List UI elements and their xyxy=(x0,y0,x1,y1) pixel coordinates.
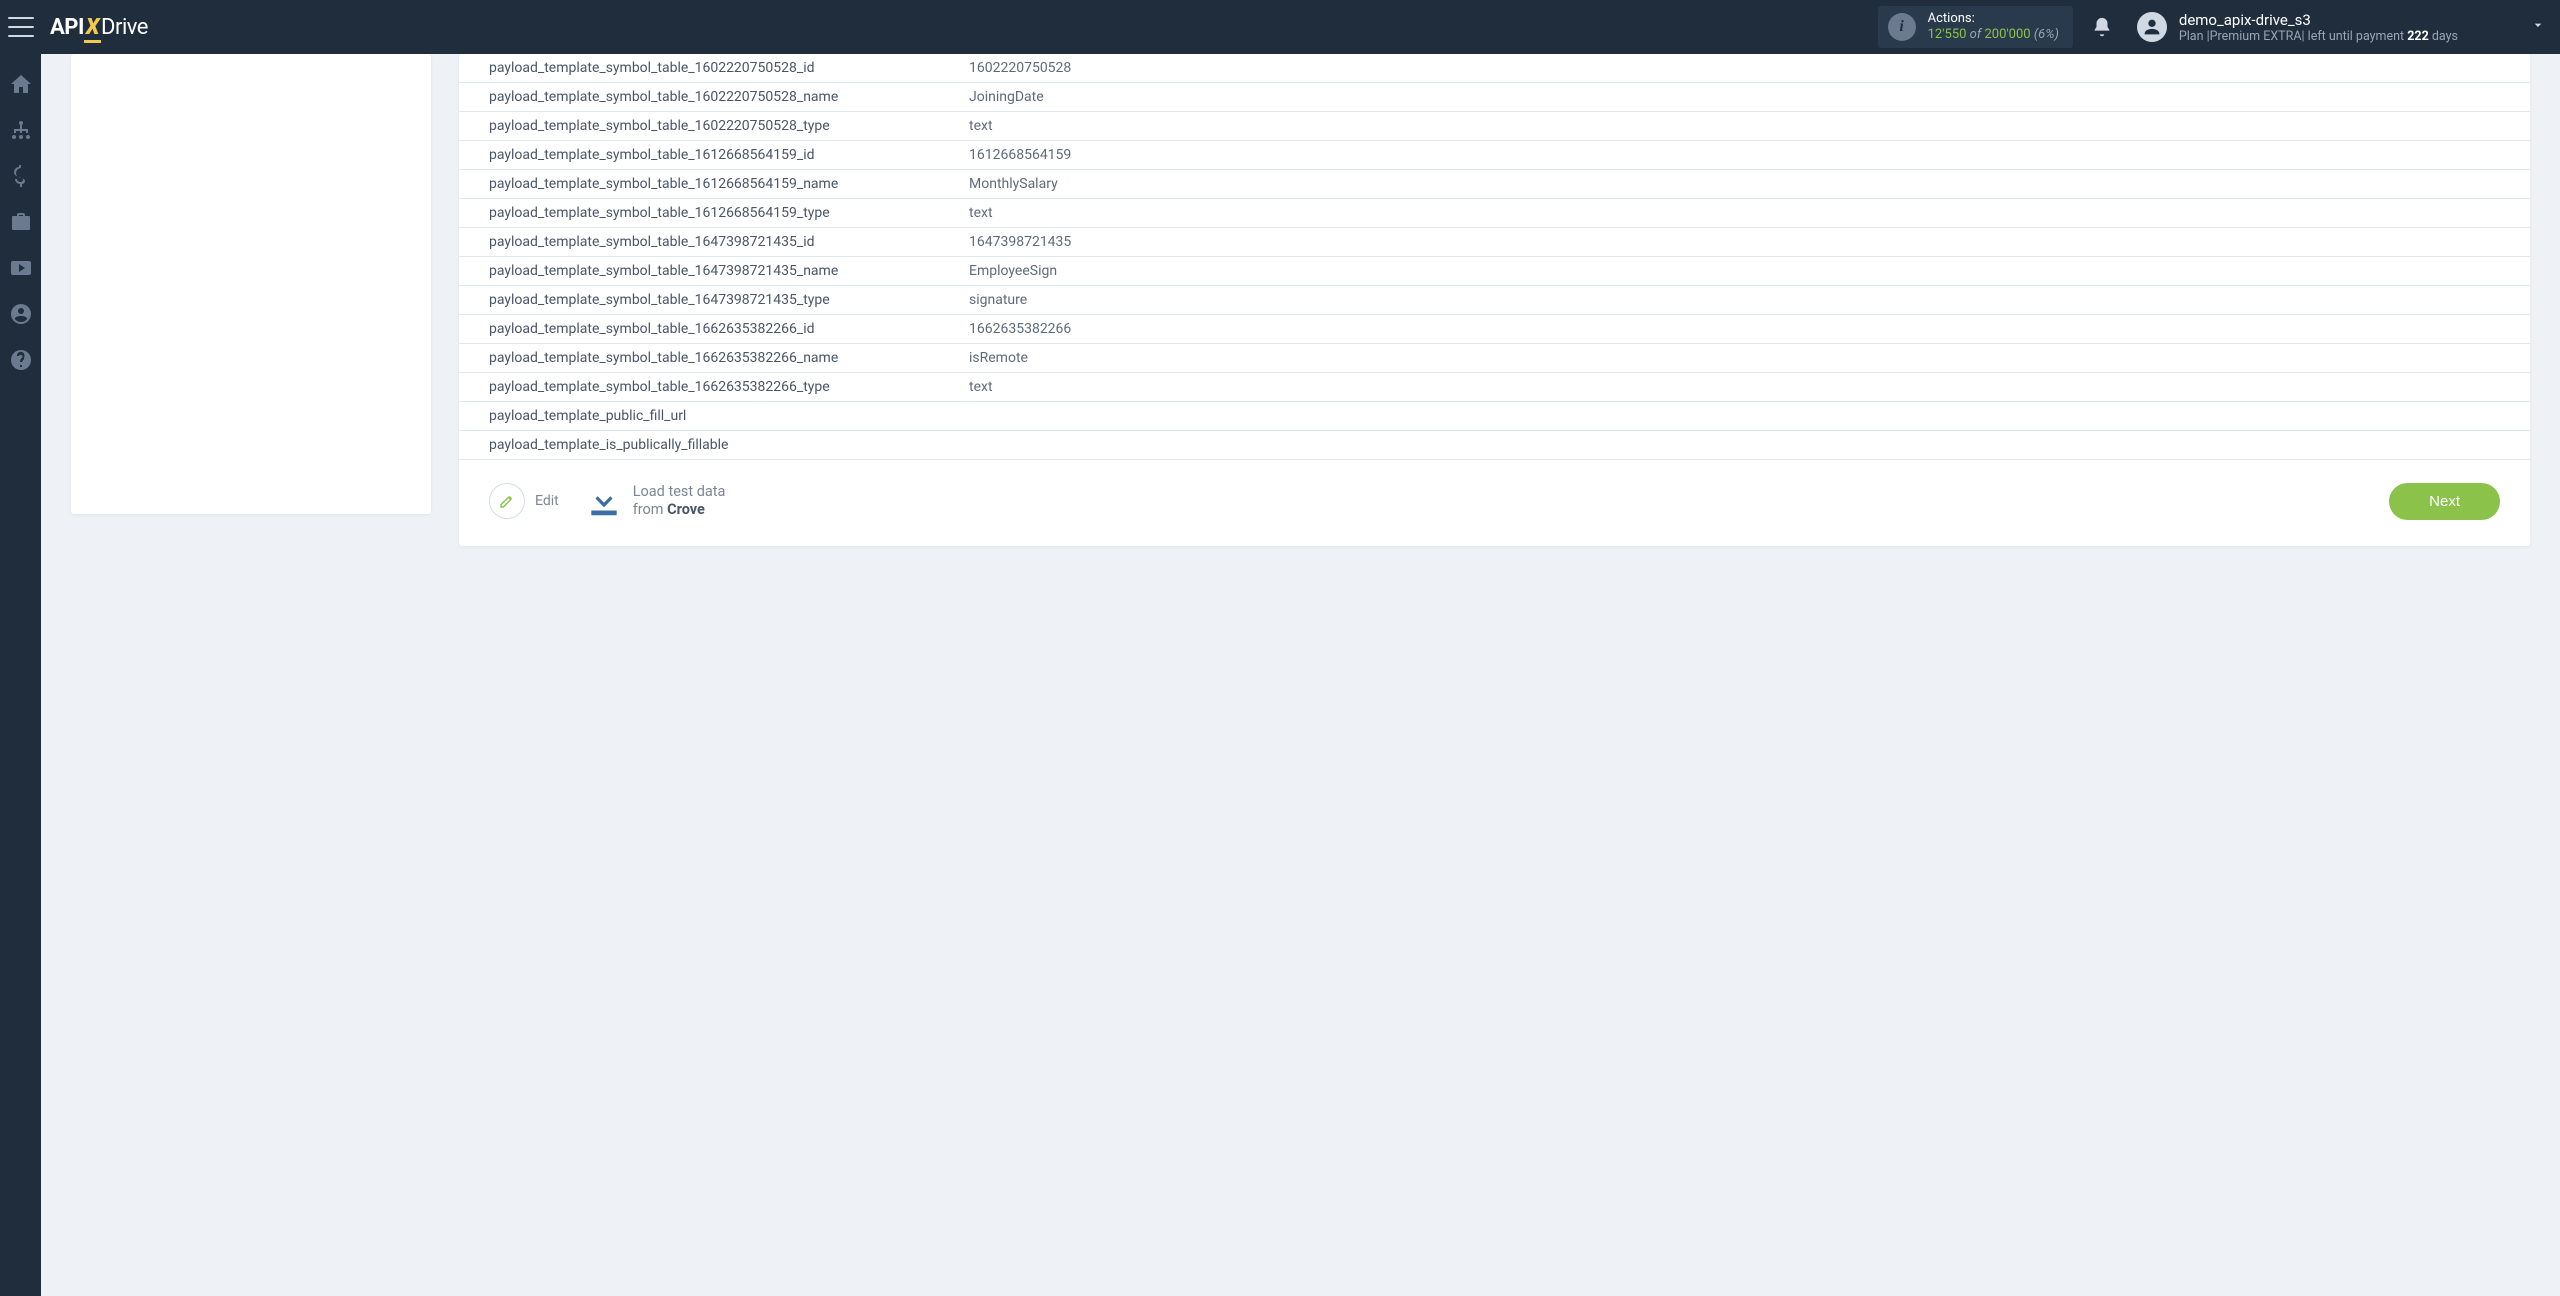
info-icon: i xyxy=(1888,13,1916,41)
sidebar-account-icon[interactable] xyxy=(9,302,33,326)
sidebar-video-icon[interactable] xyxy=(9,256,33,280)
sidebar xyxy=(0,54,41,1296)
load-test-data-button[interactable]: Load test data from Crove xyxy=(585,482,726,520)
row-value: EmployeeSign xyxy=(959,257,2530,286)
logo-drive: Drive xyxy=(101,15,148,40)
avatar-icon xyxy=(2137,12,2167,42)
table-row: payload_template_symbol_table_1602220750… xyxy=(459,54,2530,83)
row-key: payload_template_symbol_table_1647398721… xyxy=(459,257,959,286)
pencil-icon xyxy=(489,483,525,519)
table-row: payload_template_is_publically_fillable xyxy=(459,431,2530,460)
actions-pct: (6%) xyxy=(2034,27,2059,42)
download-icon xyxy=(585,482,623,520)
row-value xyxy=(959,431,2530,460)
row-key: payload_template_symbol_table_1662635382… xyxy=(459,315,959,344)
topbar: API X Drive i Actions: 12'550 of 200'000… xyxy=(0,0,2560,54)
table-row: payload_template_symbol_table_1602220750… xyxy=(459,112,2530,141)
panel-footer: Edit Load test data from Crove Next xyxy=(459,460,2530,520)
user-plan: Plan |Premium EXTRA| left until payment … xyxy=(2179,29,2458,44)
next-button[interactable]: Next xyxy=(2389,483,2500,520)
row-key: payload_template_symbol_table_1612668564… xyxy=(459,170,959,199)
chevron-down-icon xyxy=(2530,17,2546,37)
row-value: text xyxy=(959,199,2530,228)
actions-text: Actions: 12'550 of 200'000 (6%) xyxy=(1928,11,2059,44)
sidebar-home-icon[interactable] xyxy=(9,72,33,96)
table-row: payload_template_symbol_table_1602220750… xyxy=(459,83,2530,112)
right-panel: payload_template_symbol_table_1602220750… xyxy=(459,54,2530,546)
logo-api: API xyxy=(50,15,84,40)
bell-icon[interactable] xyxy=(2091,16,2113,38)
table-row: payload_template_symbol_table_1662635382… xyxy=(459,344,2530,373)
actions-total: 200'000 xyxy=(1984,27,2030,42)
row-key: payload_template_symbol_table_1612668564… xyxy=(459,141,959,170)
row-key: payload_template_symbol_table_1602220750… xyxy=(459,112,959,141)
row-value: text xyxy=(959,373,2530,402)
table-row: payload_template_public_fill_url xyxy=(459,402,2530,431)
table-row: payload_template_symbol_table_1612668564… xyxy=(459,199,2530,228)
table-row: payload_template_symbol_table_1647398721… xyxy=(459,257,2530,286)
table-row: payload_template_symbol_table_1647398721… xyxy=(459,286,2530,315)
user-name: demo_apix-drive_s3 xyxy=(2179,11,2458,29)
row-value: signature xyxy=(959,286,2530,315)
actions-label: Actions: xyxy=(1928,11,2059,27)
edit-button[interactable]: Edit xyxy=(489,483,559,519)
row-key: payload_template_symbol_table_1662635382… xyxy=(459,373,959,402)
table-row: payload_template_symbol_table_1662635382… xyxy=(459,373,2530,402)
row-value: 1612668564159 xyxy=(959,141,2530,170)
user-menu[interactable]: demo_apix-drive_s3 Plan |Premium EXTRA| … xyxy=(2137,11,2546,44)
row-value: isRemote xyxy=(959,344,2530,373)
table-row: payload_template_symbol_table_1612668564… xyxy=(459,170,2530,199)
actions-used: 12'550 xyxy=(1928,27,1967,42)
table-row: payload_template_symbol_table_1612668564… xyxy=(459,141,2530,170)
edit-label: Edit xyxy=(535,493,559,509)
sidebar-help-icon[interactable] xyxy=(9,348,33,372)
row-value: MonthlySalary xyxy=(959,170,2530,199)
payload-table: payload_template_symbol_table_1602220750… xyxy=(459,54,2530,460)
row-value: 1647398721435 xyxy=(959,228,2530,257)
logo[interactable]: API X Drive xyxy=(50,15,148,40)
row-key: payload_template_symbol_table_1647398721… xyxy=(459,286,959,315)
actions-of: of xyxy=(1970,27,1982,42)
row-key: payload_template_public_fill_url xyxy=(459,402,959,431)
row-key: payload_template_symbol_table_1662635382… xyxy=(459,344,959,373)
logo-x: X xyxy=(86,15,99,40)
row-key: payload_template_is_publically_fillable xyxy=(459,431,959,460)
table-row: payload_template_symbol_table_1647398721… xyxy=(459,228,2530,257)
left-panel xyxy=(71,54,431,514)
page: payload_template_symbol_table_1602220750… xyxy=(41,54,2560,1296)
row-key: payload_template_symbol_table_1612668564… xyxy=(459,199,959,228)
sidebar-briefcase-icon[interactable] xyxy=(9,210,33,234)
actions-counter[interactable]: i Actions: 12'550 of 200'000 (6%) xyxy=(1878,6,2073,49)
row-key: payload_template_symbol_table_1647398721… xyxy=(459,228,959,257)
hamburger-menu-icon[interactable] xyxy=(8,17,34,37)
row-value: 1602220750528 xyxy=(959,54,2530,83)
row-key: payload_template_symbol_table_1602220750… xyxy=(459,83,959,112)
load-label: Load test data from Crove xyxy=(633,483,726,519)
row-value xyxy=(959,402,2530,431)
row-value: 1662635382266 xyxy=(959,315,2530,344)
row-value: JoiningDate xyxy=(959,83,2530,112)
sidebar-connections-icon[interactable] xyxy=(9,118,33,142)
user-text: demo_apix-drive_s3 Plan |Premium EXTRA| … xyxy=(2179,11,2458,44)
table-row: payload_template_symbol_table_1662635382… xyxy=(459,315,2530,344)
row-key: payload_template_symbol_table_1602220750… xyxy=(459,54,959,83)
sidebar-billing-icon[interactable] xyxy=(9,164,33,188)
row-value: text xyxy=(959,112,2530,141)
